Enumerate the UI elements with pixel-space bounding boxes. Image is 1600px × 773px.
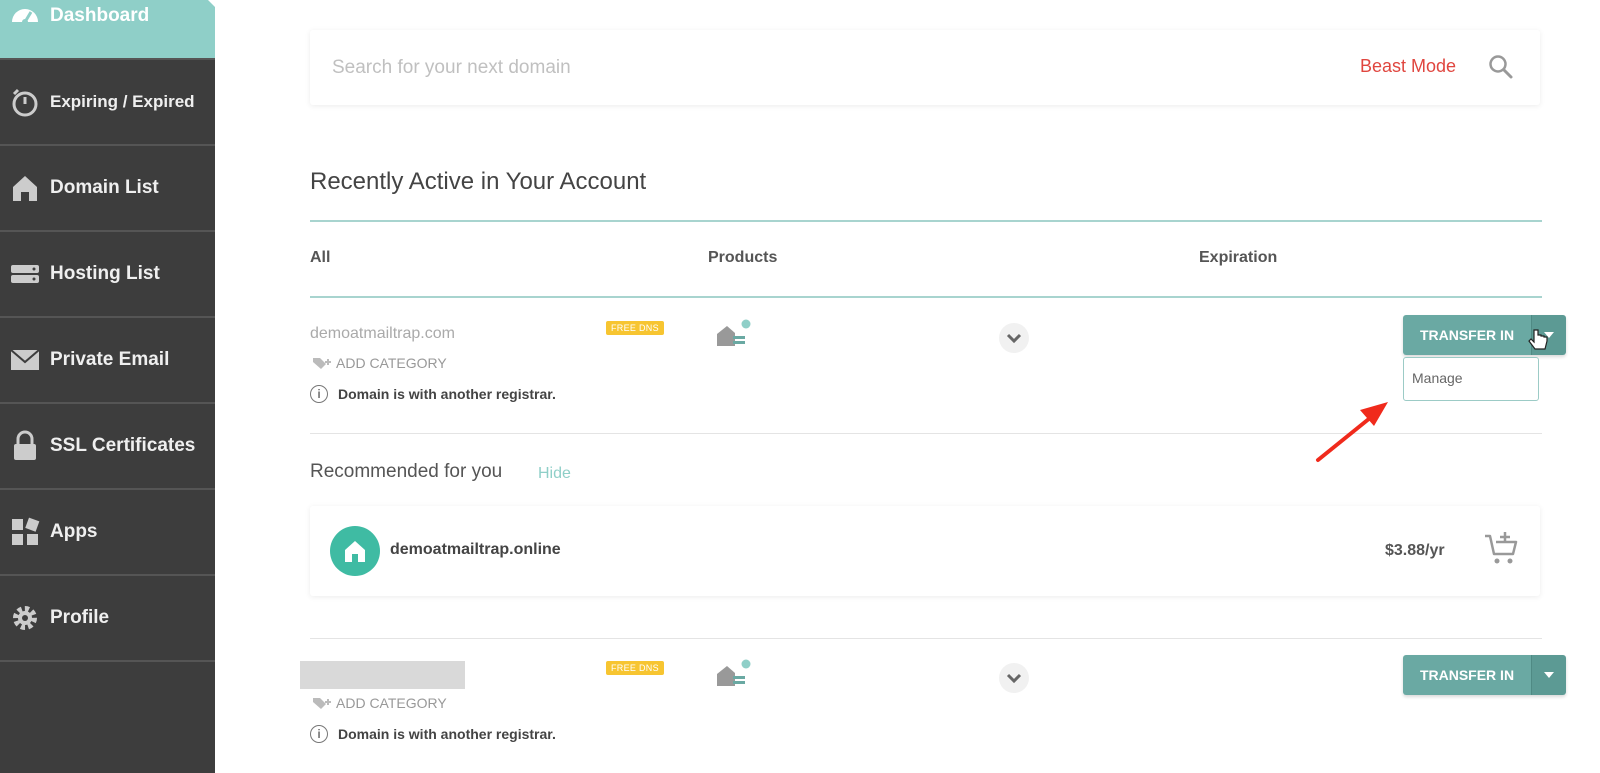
add-to-cart-icon[interactable] <box>1483 530 1519 566</box>
registrar-note-text: Domain is with another registrar. <box>338 386 556 402</box>
column-header-all[interactable]: All <box>310 249 330 267</box>
add-category-label: ADD CATEGORY <box>336 695 447 711</box>
sidebar-item-domain-list[interactable]: Domain List <box>0 146 215 232</box>
recommended-title: Recommended for you <box>310 461 503 482</box>
dns-product-icon[interactable] <box>715 658 751 692</box>
sidebar-item-dashboard[interactable]: Dashboard <box>0 0 216 60</box>
add-category-label: ADD CATEGORY <box>336 355 447 371</box>
sidebar-item-label: Domain List <box>50 177 159 198</box>
transfer-in-button-group: TRANSFER IN <box>1403 655 1566 695</box>
divider <box>310 296 1542 298</box>
sidebar-item-profile[interactable]: Profile <box>0 576 215 662</box>
dns-product-icon[interactable] <box>715 318 751 352</box>
add-category-link[interactable]: ADD CATEGORY <box>312 355 447 371</box>
divider <box>310 220 1542 222</box>
sidebar-item-label: Hosting List <box>50 263 160 284</box>
sidebar-item-label: Apps <box>50 521 98 542</box>
registrar-note: i Domain is with another registrar. <box>310 385 556 403</box>
redacted-domain-name <box>300 661 465 689</box>
hide-recommended-link[interactable]: Hide <box>538 465 571 483</box>
transfer-in-button[interactable]: TRANSFER IN <box>1403 655 1531 695</box>
column-header-products: Products <box>708 249 778 266</box>
tag-plus-icon <box>313 358 331 369</box>
chevron-down-icon <box>1006 673 1022 684</box>
sidebar-item-private-email[interactable]: Private Email <box>0 318 215 404</box>
timer-icon <box>8 85 42 119</box>
sidebar-item-ssl[interactable]: SSL Certificates <box>0 404 215 490</box>
tag-plus-icon <box>313 698 331 709</box>
lock-icon <box>8 429 42 463</box>
domain-name-link[interactable]: demoatmailtrap.com <box>310 325 455 343</box>
recommended-domain-price: $3.88/yr <box>1385 542 1445 559</box>
dashboard-gauge-icon <box>8 0 42 33</box>
sidebar-item-apps[interactable]: Apps <box>0 490 215 576</box>
server-icon <box>8 257 42 291</box>
registrar-note-text: Domain is with another registrar. <box>338 726 556 742</box>
transfer-in-button[interactable]: TRANSFER IN <box>1403 315 1531 355</box>
sidebar-item-hosting-list[interactable]: Hosting List <box>0 232 215 318</box>
domain-avatar-icon <box>330 526 380 576</box>
annotation-arrow <box>1316 402 1388 462</box>
sidebar-item-label: SSL Certificates <box>50 435 196 456</box>
expand-row-button[interactable] <box>999 323 1029 353</box>
add-category-link[interactable]: ADD CATEGORY <box>312 695 447 711</box>
divider <box>310 638 1542 639</box>
recommended-domain-name: demoatmailtrap.online <box>390 541 561 558</box>
free-dns-badge: FREE DNS <box>606 321 664 335</box>
beast-mode-link[interactable]: Beast Mode <box>1360 56 1456 77</box>
sidebar: Dashboard Expiring / Expired Domain List… <box>0 0 216 773</box>
transfer-in-dropdown-menu: Manage <box>1403 357 1539 401</box>
sidebar-item-label: Expiring / Expired <box>50 92 195 111</box>
column-header-expiration[interactable]: Expiration <box>1199 249 1277 267</box>
transfer-in-dropdown-toggle[interactable] <box>1531 655 1566 695</box>
chevron-down-icon <box>1006 333 1022 344</box>
info-icon: i <box>310 385 328 403</box>
sidebar-item-expiring[interactable]: Expiring / Expired <box>0 60 215 146</box>
envelope-icon <box>8 343 42 377</box>
home-icon <box>8 171 42 205</box>
expand-row-button[interactable] <box>999 663 1029 693</box>
domain-search-bar: Beast Mode <box>310 30 1540 105</box>
sidebar-item-label: Dashboard <box>50 5 150 26</box>
search-input[interactable] <box>330 52 1234 84</box>
gear-icon <box>8 601 42 635</box>
sidebar-item-label: Profile <box>50 607 110 628</box>
recommended-domain-card: demoatmailtrap.online $3.88/yr <box>310 506 1540 596</box>
apps-grid-icon <box>8 515 42 549</box>
hand-cursor-icon <box>1528 329 1548 350</box>
main-content: Beast Mode Recently Active in Your Accou… <box>215 0 1600 773</box>
sidebar-item-label: Private Email <box>50 349 170 370</box>
free-dns-badge: FREE DNS <box>606 661 664 675</box>
caret-down-icon <box>1544 672 1554 678</box>
search-icon[interactable] <box>1488 54 1514 80</box>
dropdown-item-manage[interactable]: Manage <box>1412 370 1463 386</box>
info-icon: i <box>310 725 328 743</box>
section-title: Recently Active in Your Account <box>310 168 647 195</box>
registrar-note: i Domain is with another registrar. <box>310 725 556 743</box>
